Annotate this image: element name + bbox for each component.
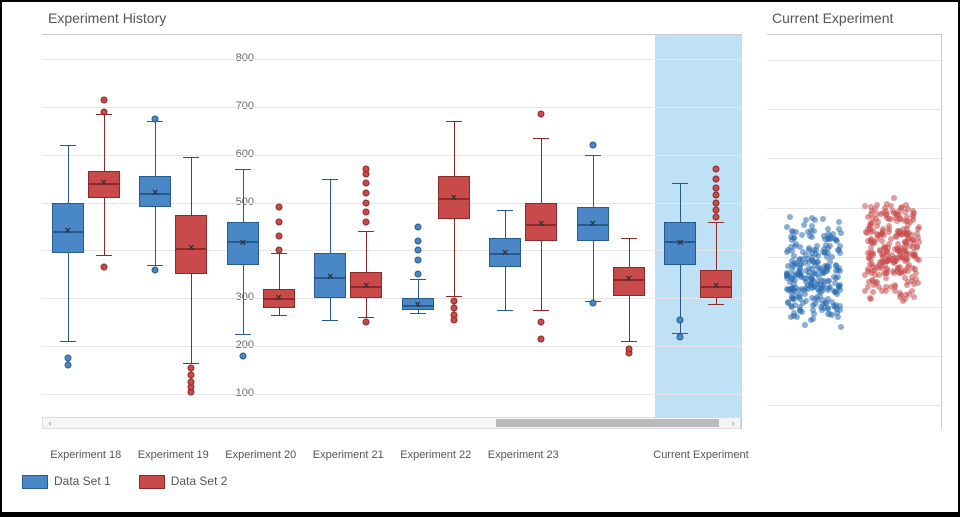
box-red: × [700,35,732,418]
outlier [188,371,195,378]
current-plot [767,34,942,429]
outlier [414,237,421,244]
outlier [450,312,457,319]
outlier [414,247,421,254]
box-red: × [350,35,382,418]
history-plot: ‹ › ×××××××××××××××× [42,34,742,429]
outlier [625,345,632,352]
current-plot-area [767,34,942,429]
x-category: Experiment 19 [128,449,218,461]
outlier [152,266,159,273]
legend-item-2: Data Set 2 [139,474,228,489]
outlier [363,180,370,187]
history-scrollbar[interactable]: ‹ › [42,417,741,429]
x-category: Experiment 21 [303,449,393,461]
outlier [414,271,421,278]
outlier [239,352,246,359]
outlier [64,355,71,362]
outlier [64,362,71,369]
outlier [713,206,720,213]
x-category: Current Experiment [653,449,743,461]
box-blue: × [227,35,259,418]
outlier [589,300,596,307]
x-category: Experiment 22 [391,449,481,461]
outlier [677,316,684,323]
outlier [188,379,195,386]
outlier [152,115,159,122]
box-blue: × [577,35,609,418]
outlier [450,297,457,304]
outlier [538,336,545,343]
box-red: × [613,35,645,418]
outlier [363,199,370,206]
outlier [713,199,720,206]
outlier [275,247,282,254]
outlier [188,364,195,371]
outlier [713,213,720,220]
legend: Data Set 1 Data Set 2 [22,474,227,489]
outlier [538,319,545,326]
legend-swatch-blue [22,475,48,489]
current-title: Current Experiment [772,10,893,26]
box-blue: × [664,35,696,418]
legend-swatch-red [139,475,165,489]
x-category: Experiment 18 [41,449,131,461]
x-category: Experiment 23 [478,449,568,461]
outlier [275,204,282,211]
outlier [100,96,107,103]
outlier [275,218,282,225]
outlier [363,218,370,225]
outlier [589,142,596,149]
box-blue: × [489,35,521,418]
box-red: × [438,35,470,418]
outlier [363,209,370,216]
legend-label-2: Data Set 2 [171,474,228,488]
outlier [414,257,421,264]
legend-label-1: Data Set 1 [54,474,111,488]
box-red: × [525,35,557,418]
box-red: × [263,35,295,418]
box-blue: × [139,35,171,418]
outlier [100,264,107,271]
history-plot-area: ‹ › ×××××××××××××××× [42,34,742,429]
box-blue: × [314,35,346,418]
x-category: Experiment 20 [216,449,306,461]
outlier [100,108,107,115]
scroll-left-arrow[interactable]: ‹ [43,418,57,428]
outlier [713,185,720,192]
outlier [363,319,370,326]
box-red: × [88,35,120,418]
outlier [713,166,720,173]
outlier [275,233,282,240]
outlier [713,192,720,199]
history-title: Experiment History [48,10,166,26]
outlier [363,166,370,173]
outlier [713,175,720,182]
box-red: × [175,35,207,418]
legend-item-1: Data Set 1 [22,474,111,489]
outlier [414,223,421,230]
outlier [450,304,457,311]
outlier [677,333,684,340]
scroll-right-arrow[interactable]: › [726,418,740,428]
outlier [538,110,545,117]
chart-panel: Experiment History Current Experiment 10… [2,2,958,512]
scrollbar-thumb[interactable] [496,419,719,427]
outlier [363,189,370,196]
